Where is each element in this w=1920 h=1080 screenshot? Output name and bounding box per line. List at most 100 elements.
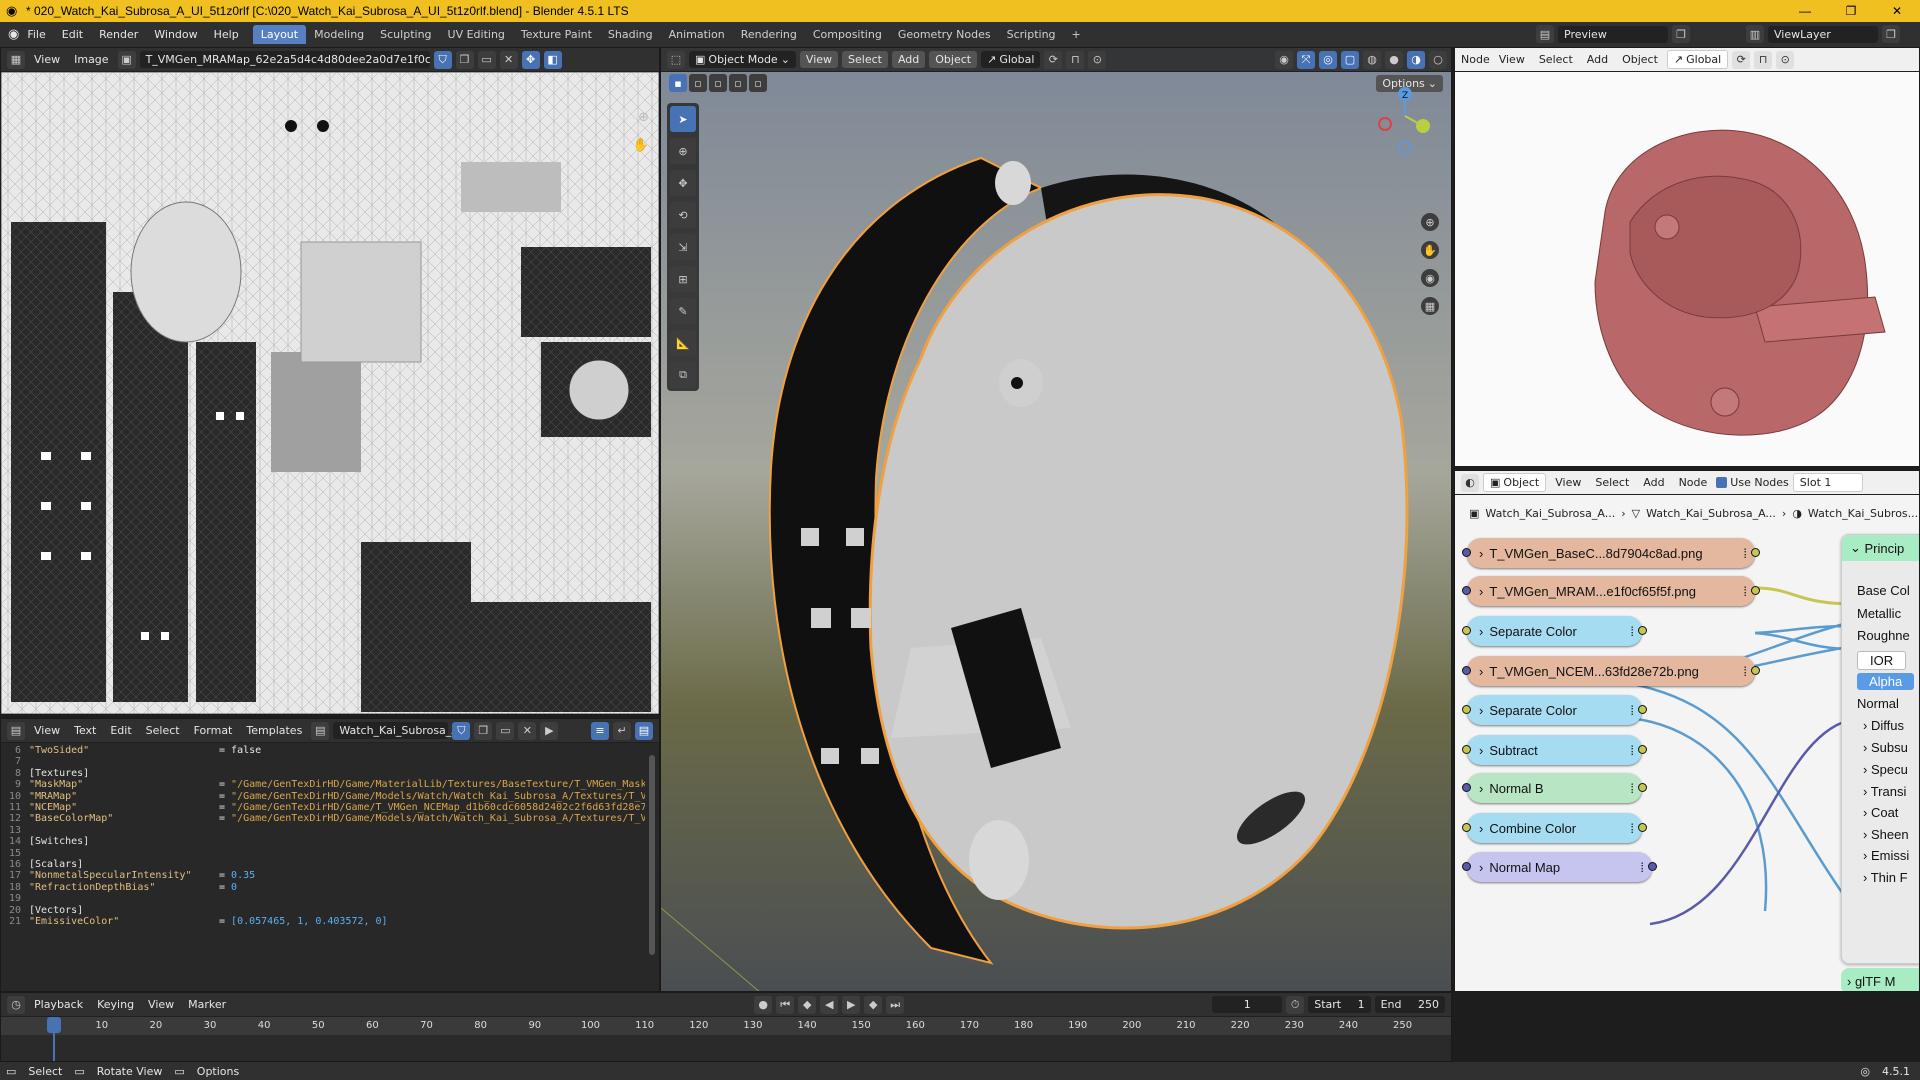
menu-window[interactable]: Window [146,28,205,41]
input-socket[interactable] [1462,705,1471,714]
tab-animation[interactable]: Animation [661,25,733,44]
bsdf-input[interactable]: Roughne [1857,628,1910,643]
navigation-gizmo[interactable]: Z [1375,86,1445,186]
scale-tool-icon[interactable]: ⇲ [670,234,696,260]
close-icon[interactable]: ✕ [518,721,537,740]
tab-scripting[interactable]: Scripting [999,25,1064,44]
select-intersect-icon[interactable]: ▫ [749,74,767,92]
select-extend-icon[interactable]: ▫ [689,74,707,92]
menu-object[interactable]: Object [929,51,978,68]
shader-node[interactable]: › Subtract ⁞ [1467,735,1642,765]
open-folder-icon[interactable]: ▭ [477,50,496,69]
bsdf-input[interactable]: › Specu [1863,762,1908,777]
select-tool-icon[interactable]: ➤ [670,106,696,132]
editor-type-label[interactable]: Node [1461,53,1490,66]
transform-orientation-dropdown[interactable]: ↗ Global [981,51,1041,68]
tab-compositing[interactable]: Compositing [805,25,890,44]
solid-shading-icon[interactable]: ● [1385,50,1403,69]
new-scene-icon[interactable]: ❐ [1672,25,1690,43]
menu-add[interactable]: Add [891,51,926,68]
shader-node[interactable]: › Separate Color ⁞ [1467,695,1642,725]
add-workspace-button[interactable]: + [1064,25,1089,44]
select-invert-icon[interactable]: ▫ [729,74,747,92]
menu-edit[interactable]: Edit [105,724,136,737]
tab-layout[interactable]: Layout [252,25,307,44]
input-socket[interactable] [1462,548,1471,557]
close-button[interactable]: ✕ [1874,0,1920,22]
output-socket[interactable] [1638,745,1647,754]
shader-node[interactable]: › T_VMGen_BaseC...8d7904c8ad.png ⁞ [1467,538,1755,568]
play-icon[interactable]: ▶ [842,995,861,1014]
code-area[interactable]: 6 "TwoSided" = false 7 8 [Textures] 9 "MaskMap"… [5,745,645,985]
output-socket[interactable] [1638,705,1647,714]
word-wrap-icon[interactable]: ↵ [613,721,631,740]
menu-marker[interactable]: Marker [183,998,231,1011]
proportional-edit-icon[interactable]: ⊙ [1776,50,1795,69]
menu-image[interactable]: Image [69,53,113,66]
pivot-icon[interactable]: ⟳ [1732,50,1751,69]
tab-rendering[interactable]: Rendering [733,25,805,44]
select-subtract-icon[interactable]: ▫ [709,74,727,92]
visibility-icon[interactable]: ◉ [1275,50,1293,69]
new-viewlayer-icon[interactable]: ❐ [1882,25,1900,43]
preview-viewport[interactable]: Node View Select Add Object ↗ Global ⟳ ⊓ … [1454,47,1920,467]
input-socket[interactable] [1462,783,1471,792]
input-socket[interactable] [1462,823,1471,832]
play-reverse-icon[interactable]: ◀ [820,995,839,1014]
grip-icon[interactable]: ⁞ [1640,860,1644,875]
tab-uv-editing[interactable]: UV Editing [440,25,513,44]
bsdf-input[interactable]: › Transi [1863,784,1906,799]
bsdf-header[interactable]: ⌄ Princip [1842,535,1919,561]
pin-icon[interactable]: ✥ [521,50,540,69]
3d-viewport[interactable]: ⬚ ▣ Object Mode ⌄ View Select Add Object ↗… [660,47,1452,992]
bsdf-input[interactable]: › Sheen [1863,827,1909,842]
display-channels-icon[interactable]: ◧ [543,50,562,69]
duplicate-icon[interactable]: ❐ [474,721,493,740]
editor-type-icon[interactable]: ▤ [7,721,25,740]
image-browse-icon[interactable]: ▣ [117,50,136,69]
snap-icon[interactable]: ⊓ [1754,50,1773,69]
bsdf-input[interactable]: › Emissi [1863,848,1909,863]
menu-view[interactable]: View [143,998,179,1011]
chevron-right-icon[interactable]: › [1479,743,1483,758]
duplicate-icon[interactable]: ❐ [455,50,474,69]
chevron-right-icon[interactable]: › [1479,781,1483,796]
end-frame-field[interactable]: End 250 [1374,996,1445,1013]
text-browse-icon[interactable]: ▤ [311,721,330,740]
pan-hand-icon[interactable]: ✋ [1421,241,1439,259]
text-name-field[interactable]: Watch_Kai_Subrosa_A [333,722,459,739]
grip-icon[interactable]: ⁞ [1630,703,1634,718]
pivot-icon[interactable]: ⟳ [1044,50,1063,69]
menu-edit[interactable]: Edit [54,28,91,41]
grip-icon[interactable]: ⁞ [1630,624,1634,639]
transform-tool-icon[interactable]: ⊞ [670,266,696,292]
output-socket[interactable] [1638,626,1647,635]
prev-key-icon[interactable]: ◆ [798,995,817,1014]
mode-dropdown[interactable]: ▣ Object Mode ⌄ [689,51,796,68]
menu-playback[interactable]: Playback [29,998,88,1011]
scrollbar[interactable] [649,755,655,955]
jump-start-icon[interactable]: ⏮ [776,995,795,1014]
tab-modeling[interactable]: Modeling [306,25,372,44]
maximize-button[interactable]: ❐ [1828,0,1874,22]
blender-menu-icon[interactable]: ◉ [8,27,19,42]
menu-view[interactable]: View [1494,53,1530,66]
overlay-icon[interactable]: ◎ [1319,50,1337,69]
bsdf-input[interactable]: Alpha [1857,673,1915,690]
input-socket[interactable] [1462,745,1471,754]
close-icon[interactable]: ✕ [499,50,518,69]
grip-icon[interactable]: ⁞ [1630,743,1634,758]
uv-texture-canvas[interactable] [1,72,659,714]
transform-orientation-dropdown[interactable]: ↗ Global [1666,50,1729,69]
next-key-icon[interactable]: ◆ [864,995,883,1014]
chevron-right-icon[interactable]: › [1479,703,1483,718]
shader-node[interactable]: › Separate Color ⁞ [1467,616,1642,646]
input-socket[interactable] [1462,862,1471,871]
tab-texture-paint[interactable]: Texture Paint [513,25,600,44]
input-socket[interactable] [1462,586,1471,595]
editor-type-icon[interactable]: ◷ [7,995,25,1014]
pan-hand-icon[interactable]: ✋ [633,138,649,153]
chevron-right-icon[interactable]: › [1479,546,1483,561]
chevron-right-icon[interactable]: › [1479,860,1483,875]
move-tool-icon[interactable]: ✥ [670,170,696,196]
